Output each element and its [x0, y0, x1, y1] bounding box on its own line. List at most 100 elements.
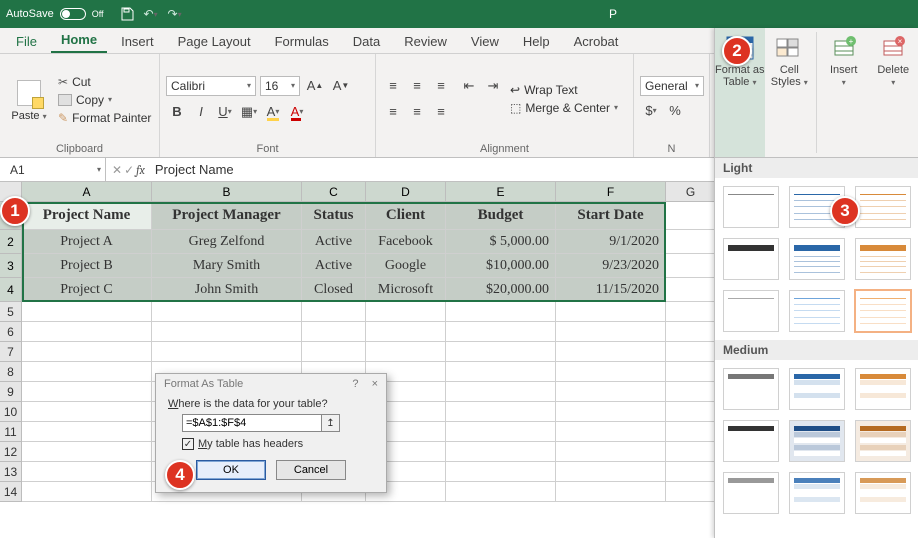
cell-E3[interactable]: $10,000.00 [446, 254, 556, 278]
font-name-select[interactable]: Calibri▾ [166, 76, 256, 96]
table-style-medium-3[interactable] [855, 368, 911, 410]
cell-F9[interactable] [556, 382, 666, 402]
col-header-D[interactable]: D [366, 182, 446, 202]
row-header-9[interactable]: 9 [0, 382, 22, 402]
cell-A5[interactable] [22, 302, 152, 322]
cell-A14[interactable] [22, 482, 152, 502]
cancel-button[interactable]: Cancel [276, 460, 346, 480]
decrease-font-icon[interactable]: A▼ [330, 75, 352, 97]
percent-button[interactable]: % [664, 100, 686, 122]
cell-G2[interactable] [666, 230, 716, 254]
increase-font-icon[interactable]: A▲ [304, 75, 326, 97]
cell-C4[interactable]: Closed [302, 278, 366, 302]
table-style-light-9[interactable] [855, 290, 911, 332]
cell-E14[interactable] [446, 482, 556, 502]
cell-F2[interactable]: 9/1/2020 [556, 230, 666, 254]
cell-B7[interactable] [152, 342, 302, 362]
cell-D3[interactable]: Google [366, 254, 446, 278]
range-picker-icon[interactable]: ↥ [322, 414, 340, 432]
col-header-E[interactable]: E [446, 182, 556, 202]
bold-button[interactable]: B [166, 101, 188, 123]
table-style-light-8[interactable] [789, 290, 845, 332]
row-header-11[interactable]: 11 [0, 422, 22, 442]
table-style-medium-9[interactable] [855, 472, 911, 514]
row-header-8[interactable]: 8 [0, 362, 22, 382]
tab-home[interactable]: Home [51, 28, 107, 53]
align-left-icon[interactable]: ≡ [382, 101, 404, 123]
cell-D7[interactable] [366, 342, 446, 362]
cell-F10[interactable] [556, 402, 666, 422]
tab-acrobat[interactable]: Acrobat [564, 30, 629, 53]
save-icon[interactable] [118, 5, 136, 23]
row-header-5[interactable]: 5 [0, 302, 22, 322]
table-style-medium-2[interactable] [789, 368, 845, 410]
cell-C2[interactable]: Active [302, 230, 366, 254]
cell-E13[interactable] [446, 462, 556, 482]
row-header-6[interactable]: 6 [0, 322, 22, 342]
cell-F14[interactable] [556, 482, 666, 502]
table-style-light-7[interactable] [723, 290, 779, 332]
col-header-C[interactable]: C [302, 182, 366, 202]
cell-A2[interactable]: Project A [22, 230, 152, 254]
enter-formula-icon[interactable]: ✓ [124, 163, 134, 177]
cell-E7[interactable] [446, 342, 556, 362]
table-style-medium-4[interactable] [723, 420, 779, 462]
cell-D5[interactable] [366, 302, 446, 322]
cell-F3[interactable]: 9/23/2020 [556, 254, 666, 278]
cell-C5[interactable] [302, 302, 366, 322]
cell-B4[interactable]: John Smith [152, 278, 302, 302]
cell-D2[interactable]: Facebook [366, 230, 446, 254]
cell-styles-button[interactable]: Cell Styles ▾ [765, 28, 815, 157]
col-header-B[interactable]: B [152, 182, 302, 202]
italic-button[interactable]: I [190, 101, 212, 123]
cell-C6[interactable] [302, 322, 366, 342]
number-format-select[interactable]: General▾ [640, 76, 704, 96]
tab-review[interactable]: Review [394, 30, 457, 53]
cell-A8[interactable] [22, 362, 152, 382]
underline-button[interactable]: U ▾ [214, 101, 236, 123]
align-middle-icon[interactable]: ≡ [406, 75, 428, 97]
cell-F11[interactable] [556, 422, 666, 442]
cell-G11[interactable] [666, 422, 716, 442]
redo-icon[interactable]: ↷▾ [166, 5, 184, 23]
cell-E12[interactable] [446, 442, 556, 462]
cell-A1[interactable]: Project Name [22, 202, 152, 230]
cell-G10[interactable] [666, 402, 716, 422]
paste-button[interactable]: Paste ▾ [6, 76, 52, 122]
col-header-G[interactable]: G [666, 182, 716, 202]
cell-E9[interactable] [446, 382, 556, 402]
cell-E6[interactable] [446, 322, 556, 342]
cell-A9[interactable] [22, 382, 152, 402]
align-center-icon[interactable]: ≡ [406, 101, 428, 123]
cell-A3[interactable]: Project B [22, 254, 152, 278]
col-header-F[interactable]: F [556, 182, 666, 202]
cell-F7[interactable] [556, 342, 666, 362]
cell-G9[interactable] [666, 382, 716, 402]
table-style-medium-7[interactable] [723, 472, 779, 514]
cancel-formula-icon[interactable]: ✕ [112, 163, 122, 177]
cut-button[interactable]: ✂ Cut [58, 75, 151, 89]
tab-view[interactable]: View [461, 30, 509, 53]
table-style-light-6[interactable] [855, 238, 911, 280]
tab-help[interactable]: Help [513, 30, 560, 53]
cell-G12[interactable] [666, 442, 716, 462]
cell-B2[interactable]: Greg Zelfond [152, 230, 302, 254]
cell-A4[interactable]: Project C [22, 278, 152, 302]
align-top-icon[interactable]: ≡ [382, 75, 404, 97]
table-style-light-3[interactable] [855, 186, 911, 228]
cell-F6[interactable] [556, 322, 666, 342]
cell-E10[interactable] [446, 402, 556, 422]
cell-A6[interactable] [22, 322, 152, 342]
copy-button[interactable]: Copy ▾ [58, 93, 151, 107]
tab-file[interactable]: File [6, 30, 47, 53]
tab-formulas[interactable]: Formulas [265, 30, 339, 53]
undo-icon[interactable]: ↶▾ [142, 5, 160, 23]
row-header-12[interactable]: 12 [0, 442, 22, 462]
row-header-10[interactable]: 10 [0, 402, 22, 422]
table-style-light-5[interactable] [789, 238, 845, 280]
cell-E5[interactable] [446, 302, 556, 322]
cell-G14[interactable] [666, 482, 716, 502]
cell-F8[interactable] [556, 362, 666, 382]
cell-F1[interactable]: Start Date [556, 202, 666, 230]
insert-cells-button[interactable]: + Insert▾ [819, 28, 869, 157]
